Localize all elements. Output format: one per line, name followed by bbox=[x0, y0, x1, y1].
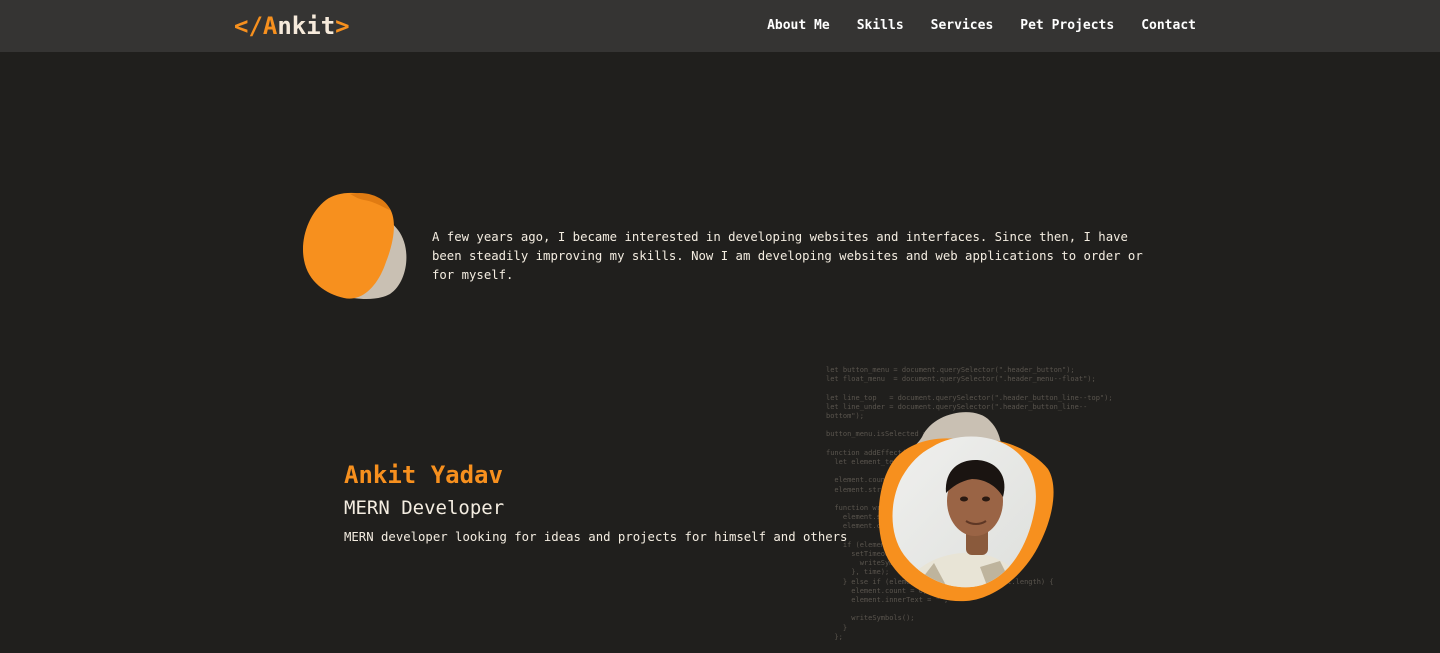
site-logo[interactable]: </Ankit> bbox=[234, 11, 350, 41]
about-blob-decoration bbox=[302, 192, 407, 300]
site-header: </Ankit> About Me Skills Services Pet Pr… bbox=[0, 0, 1440, 52]
main-nav: About Me Skills Services Pet Projects Co… bbox=[767, 17, 1196, 35]
hero-role: MERN Developer bbox=[344, 497, 505, 519]
logo-close-bracket: > bbox=[335, 12, 350, 40]
nav-skills[interactable]: Skills bbox=[857, 17, 904, 35]
nav-services[interactable]: Services bbox=[931, 17, 994, 35]
profile-photo bbox=[878, 412, 1054, 602]
nav-pet-projects[interactable]: Pet Projects bbox=[1020, 17, 1114, 35]
hero-name: Ankit Yadav bbox=[344, 461, 503, 489]
nav-contact[interactable]: Contact bbox=[1141, 17, 1196, 35]
logo-name: nkit bbox=[277, 12, 336, 40]
about-paragraph: A few years ago, I became interested in … bbox=[432, 230, 1143, 282]
nav-about-me[interactable]: About Me bbox=[767, 17, 830, 35]
logo-initial: A bbox=[262, 12, 278, 40]
logo-open-bracket: </ bbox=[234, 12, 263, 40]
hero-description: MERN developer looking for ideas and pro… bbox=[344, 530, 848, 544]
